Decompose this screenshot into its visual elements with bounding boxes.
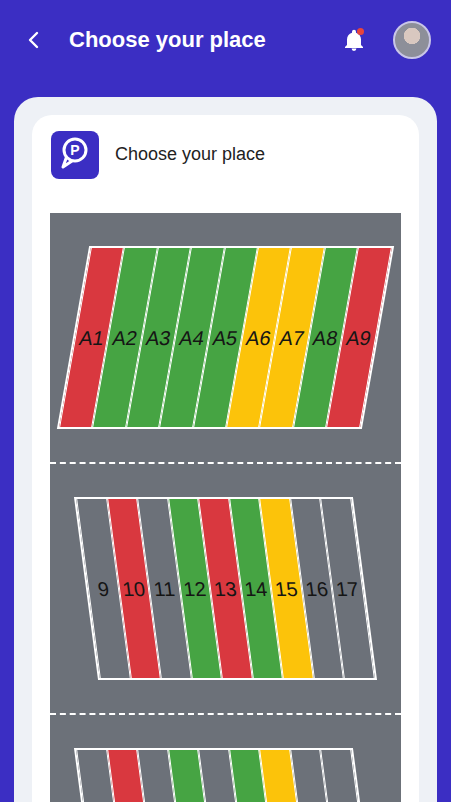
spot-label: 13 bbox=[213, 577, 238, 601]
back-arrow-icon bbox=[25, 30, 41, 50]
card-header: P Choose your place bbox=[50, 131, 401, 179]
spot-label: A5 bbox=[211, 326, 240, 350]
place-card: P Choose your place A1A2A3A4A5A6A7A8A9 9 10 1… bbox=[32, 115, 419, 802]
parking-row: 9 10 11121314151617 bbox=[74, 497, 377, 680]
spot-label: 9 bbox=[96, 577, 110, 601]
spot-label: 12 bbox=[182, 577, 207, 601]
spot-label: A2 bbox=[111, 326, 140, 350]
parking-logo-icon: P bbox=[51, 131, 99, 179]
spot-label: A7 bbox=[278, 326, 307, 350]
spot-label: 14 bbox=[243, 577, 268, 601]
page-title: Choose your place bbox=[69, 26, 266, 55]
spot-label: A8 bbox=[311, 326, 340, 350]
spot-label: 11 bbox=[153, 577, 177, 601]
back-button[interactable] bbox=[18, 25, 48, 55]
spot-label: 16 bbox=[304, 577, 329, 601]
parking-section: A1A2A3A4A5A6A7A8A9 bbox=[50, 213, 401, 464]
spot-label: A6 bbox=[245, 326, 274, 350]
spot-label: A3 bbox=[144, 326, 173, 350]
parking-row: A1A2A3A4A5A6A7A8A9 bbox=[57, 246, 394, 429]
parking-map: A1A2A3A4A5A6A7A8A9 9 10 11121314151617 bbox=[50, 213, 401, 802]
spot-label: 10 bbox=[121, 577, 146, 601]
spot-label: 15 bbox=[274, 577, 299, 601]
parking-spot[interactable] bbox=[320, 750, 374, 802]
parking-section bbox=[50, 715, 401, 802]
unread-dot bbox=[357, 28, 364, 35]
app-bar: Choose your place bbox=[0, 0, 451, 80]
content-panel: P Choose your place A1A2A3A4A5A6A7A8A9 9 10 1… bbox=[14, 97, 437, 802]
spot-label: A1 bbox=[78, 326, 107, 350]
logo-letter: P bbox=[51, 143, 99, 157]
parking-section: 9 10 11121314151617 bbox=[50, 464, 401, 715]
parking-row bbox=[74, 748, 377, 802]
notifications-button[interactable] bbox=[343, 28, 365, 52]
spot-label: 17 bbox=[335, 577, 360, 601]
spot-label: A9 bbox=[345, 326, 374, 350]
spot-label: A4 bbox=[178, 326, 207, 350]
user-avatar[interactable] bbox=[393, 21, 431, 59]
card-title: Choose your place bbox=[115, 143, 265, 166]
